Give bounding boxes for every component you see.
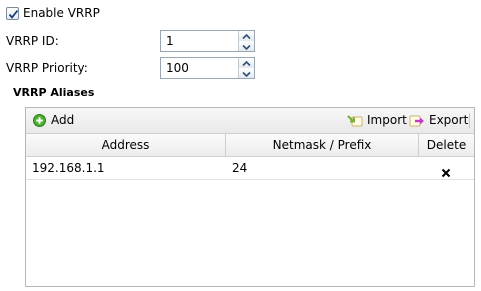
vrrp-priority-label: VRRP Priority:: [6, 61, 88, 75]
column-header-netmask[interactable]: Netmask / Prefix: [226, 134, 419, 156]
vrrp-aliases-title: VRRP Aliases: [13, 86, 95, 99]
vrrp-id-spin-buttons: [238, 31, 254, 51]
column-header-address[interactable]: Address: [26, 134, 226, 156]
chevron-down-icon: [242, 71, 251, 78]
import-icon: [347, 115, 363, 127]
address-cell[interactable]: 192.168.1.1: [32, 157, 105, 179]
column-header-delete[interactable]: Delete: [419, 134, 474, 156]
enable-vrrp-checkbox[interactable]: [6, 7, 19, 20]
chevron-down-icon: [242, 44, 251, 51]
export-button-label: Export: [429, 113, 469, 127]
add-button-label: Add: [51, 113, 75, 127]
vrrp-priority-input[interactable]: [161, 58, 240, 78]
checkmark-icon: [8, 9, 19, 19]
vrrp-id-label: VRRP ID:: [6, 34, 59, 48]
import-button[interactable]: Import: [346, 108, 407, 133]
vrrp-priority-spin-buttons: [238, 58, 254, 78]
enable-vrrp-label: Enable VRRP: [23, 6, 100, 20]
grid-header: Address Netmask / Prefix Delete: [26, 134, 474, 157]
vrrp-aliases-grid: Add Import Export Address Netmask / Pref…: [25, 107, 475, 287]
vrrp-id-input[interactable]: [161, 31, 240, 51]
netmask-cell[interactable]: 24: [232, 157, 247, 179]
grid-toolbar: Add Import Export: [26, 108, 474, 134]
add-icon: [33, 114, 46, 127]
add-button[interactable]: Add: [31, 108, 75, 133]
toolbar-separator: [469, 113, 470, 128]
spin-down-button[interactable]: [239, 41, 254, 51]
export-button[interactable]: Export: [408, 108, 469, 133]
spin-down-button[interactable]: [239, 68, 254, 78]
export-icon: [409, 115, 424, 127]
import-button-label: Import: [367, 113, 407, 127]
table-row[interactable]: 192.168.1.1 24: [26, 157, 474, 180]
delete-button[interactable]: [441, 163, 451, 178]
vrrp-priority-spinner[interactable]: [160, 57, 255, 79]
close-icon: [441, 168, 451, 178]
vrrp-id-spinner[interactable]: [160, 30, 255, 52]
